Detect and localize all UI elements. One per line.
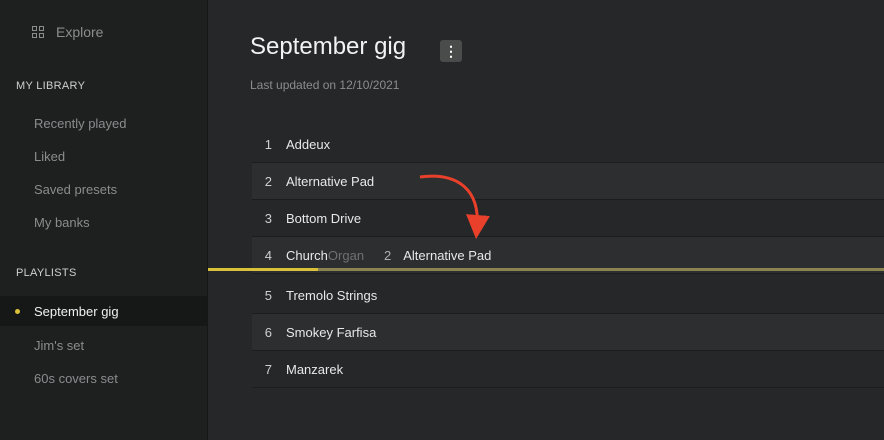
- sidebar: Explore MY LIBRARY Recently played Liked…: [0, 0, 208, 440]
- my-library-heading: MY LIBRARY: [16, 80, 86, 92]
- track-list: 1 Addeux 2 Alternative Pad 3 Bottom Driv…: [252, 126, 884, 388]
- track-row[interactable]: 7 Manzarek: [252, 351, 884, 388]
- sidebar-item-september-gig[interactable]: September gig: [0, 296, 207, 326]
- track-name: Tremolo Strings: [286, 287, 378, 303]
- explore-link[interactable]: Explore: [32, 24, 103, 40]
- drop-indicator-highlight: [208, 268, 318, 271]
- sidebar-item-my-banks[interactable]: My banks: [34, 215, 90, 230]
- track-row[interactable]: 5 Tremolo Strings: [252, 277, 884, 314]
- playlists-heading: PLAYLISTS: [16, 267, 77, 279]
- track-number: 2: [264, 173, 272, 189]
- explore-label: Explore: [56, 24, 104, 40]
- track-row[interactable]: 2 Alternative Pad: [252, 163, 884, 200]
- track-number: 3: [264, 210, 272, 226]
- track-name: Church: [286, 247, 328, 263]
- track-number: 1: [264, 136, 272, 152]
- track-name: Manzarek: [286, 361, 344, 377]
- sidebar-item-jims-set[interactable]: Jim's set: [34, 338, 84, 353]
- sidebar-item-label: September gig: [34, 303, 119, 319]
- track-name: Alternative Pad: [286, 173, 375, 189]
- drag-ghost-name: Alternative Pad: [403, 247, 492, 263]
- drag-ghost-number: 2: [384, 247, 392, 263]
- track-row[interactable]: 3 Bottom Drive: [252, 200, 884, 237]
- track-name: Smokey Farfisa: [286, 324, 377, 340]
- track-number: 7: [264, 361, 272, 377]
- track-number: 6: [264, 324, 272, 340]
- sidebar-item-60s-covers-set[interactable]: 60s covers set: [34, 371, 118, 386]
- track-name-faded: Organ: [327, 247, 365, 263]
- sidebar-item-liked[interactable]: Liked: [34, 149, 65, 164]
- track-row[interactable]: 6 Smokey Farfisa: [252, 314, 884, 351]
- track-name: Bottom Drive: [286, 210, 362, 226]
- main-panel: September gig ⋮ Last updated on 12/10/20…: [208, 0, 884, 440]
- last-updated-text: Last updated on 12/10/2021: [250, 78, 400, 92]
- track-number: 4: [264, 247, 272, 263]
- track-number: 5: [264, 287, 272, 303]
- more-vertical-icon[interactable]: ⋮: [440, 40, 462, 62]
- drop-indicator-line: [208, 268, 884, 271]
- sidebar-item-saved-presets[interactable]: Saved presets: [34, 182, 117, 197]
- grid-icon: [32, 26, 44, 38]
- page-title: September gig: [250, 33, 407, 60]
- active-dot-icon: [15, 308, 20, 314]
- sidebar-item-recently-played[interactable]: Recently played: [34, 116, 127, 131]
- track-name: Addeux: [286, 136, 331, 152]
- track-row[interactable]: 1 Addeux: [252, 126, 884, 163]
